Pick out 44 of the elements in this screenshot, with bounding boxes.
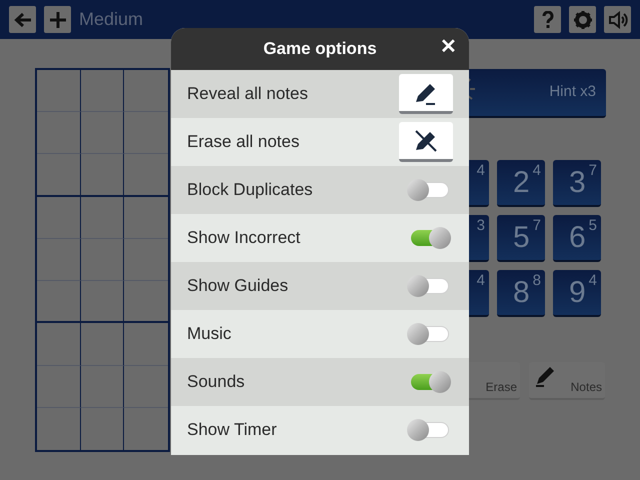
key-count: 4 <box>588 273 597 288</box>
option-label: Show Guides <box>187 275 288 298</box>
key-digit: 6 <box>569 223 586 253</box>
help-button[interactable] <box>534 6 561 33</box>
new-game-button[interactable] <box>44 6 71 33</box>
sound-button[interactable] <box>604 6 631 33</box>
settings-button[interactable] <box>569 6 596 33</box>
key-count: 7 <box>532 218 541 233</box>
key-count: 8 <box>532 273 541 288</box>
option-label: Block Duplicates <box>187 179 313 202</box>
option-label: Show Incorrect <box>187 227 300 250</box>
action-button[interactable] <box>399 74 453 114</box>
key-digit: 5 <box>513 223 530 253</box>
key-digit: 3 <box>569 168 586 198</box>
key-count: 4 <box>476 273 485 288</box>
close-button[interactable]: ✕ <box>440 37 457 57</box>
question-mark-icon <box>542 10 554 28</box>
key-digit: 9 <box>569 278 586 308</box>
back-arrow-icon <box>14 12 32 28</box>
toggle-switch[interactable] <box>407 419 451 441</box>
speaker-icon <box>608 10 628 28</box>
option-label: Erase all notes <box>187 131 300 154</box>
crossed-pencil-icon <box>413 128 439 154</box>
difficulty-title: Medium <box>79 8 144 31</box>
dialog-title: Game options <box>263 38 377 60</box>
key-count: 7 <box>588 163 597 178</box>
key-count: 3 <box>476 218 485 233</box>
option-label: Sounds <box>187 371 245 394</box>
pencil-icon <box>533 364 557 388</box>
option-label: Music <box>187 323 232 346</box>
toggle-switch[interactable] <box>407 275 451 297</box>
toggle-switch[interactable] <box>407 323 451 345</box>
option-label: Reveal all notes <box>187 83 308 106</box>
plus-icon <box>48 10 66 28</box>
action-button[interactable] <box>399 122 453 162</box>
option-label: Show Timer <box>187 419 277 442</box>
key-count: 4 <box>476 163 485 178</box>
back-button[interactable] <box>9 6 36 33</box>
key-count: 4 <box>532 163 541 178</box>
toggle-switch[interactable] <box>407 179 451 201</box>
key-digit: 8 <box>513 278 530 308</box>
key-count: 5 <box>588 218 597 233</box>
key-digit: 2 <box>513 168 530 198</box>
settings-icon <box>572 10 592 30</box>
